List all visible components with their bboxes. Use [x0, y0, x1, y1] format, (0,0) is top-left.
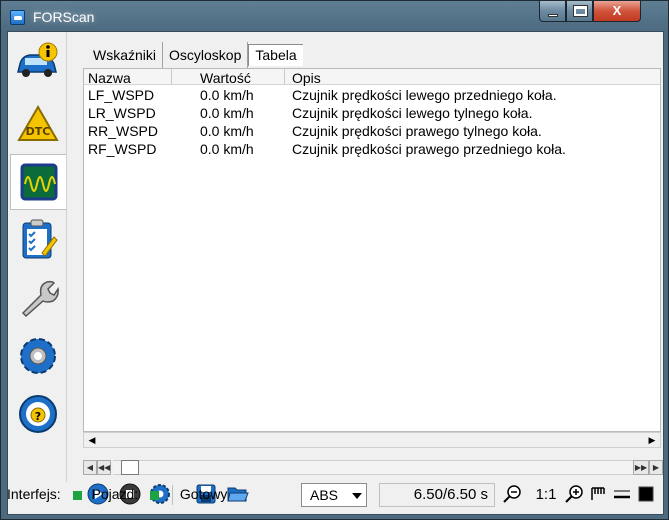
vehicle-label: Pojazd: [91, 486, 139, 502]
table-row[interactable]: LR_WSPD 0.0 km/h Czujnik prędkości leweg… [84, 104, 660, 122]
interface-status-icon [72, 490, 82, 500]
main-content: Wskaźniki Oscyloskop Tabela Nazwa Wartoś… [75, 36, 663, 454]
car-info-icon [17, 42, 58, 77]
dtc-label: DTC [26, 125, 51, 138]
cell-name: RF_WSPD [88, 141, 157, 157]
tab-bar: Wskaźniki Oscyloskop Tabela [87, 42, 303, 68]
cell-value: 0.0 km/h [200, 141, 254, 157]
window-title: FORScan [33, 9, 95, 25]
data-table: Nazwa Wartość Opis LF_WSPD 0.0 km/h Czuj… [83, 68, 661, 432]
timeline-start-icon[interactable]: ◀ [83, 460, 97, 475]
status-bar: Interfejs: Pojazd: Gotowy [7, 483, 656, 506]
app-window: FORScan X DTC ? Wskaźniki Oscyloskop Tab… [0, 0, 669, 520]
close-icon: X [612, 3, 622, 18]
dtc-warning-icon: DTC [17, 104, 59, 141]
gear-icon [20, 338, 56, 374]
status-divider [171, 485, 173, 506]
cell-name: RR_WSPD [88, 123, 159, 139]
scroll-left-arrow-icon[interactable]: ◀ [84, 433, 100, 447]
maximize-button[interactable] [566, 1, 593, 22]
column-header-value[interactable]: Wartość [200, 69, 251, 87]
timeline-forward-icon[interactable]: ▶▶ [633, 460, 649, 475]
cell-name: LR_WSPD [88, 105, 156, 121]
sidebar-item-dtc[interactable]: DTC [10, 96, 66, 152]
client-area: DTC ? Wskaźniki Oscyloskop Tabela Nazwa … [7, 31, 664, 515]
minimize-button[interactable] [539, 1, 566, 22]
cell-name: LF_WSPD [88, 87, 155, 103]
close-button[interactable]: X [593, 1, 641, 22]
help-wheel-icon: ? [19, 395, 57, 433]
svg-text:?: ? [35, 410, 41, 423]
interface-label: Interfejs: [7, 486, 61, 502]
tab-table[interactable]: Tabela [248, 44, 303, 66]
sidebar-item-oscilloscope[interactable] [10, 154, 66, 210]
sidebar-item-configuration[interactable] [10, 328, 66, 384]
timeline-end-icon[interactable]: ▶ [649, 460, 663, 475]
minimize-icon [548, 14, 558, 17]
tab-oscilloscope[interactable]: Oscyloskop [163, 42, 249, 68]
cell-description: Czujnik prędkości lewego przedniego koła… [292, 87, 557, 103]
cell-description: Czujnik prędkości prawego przedniego koł… [292, 141, 566, 157]
timeline-scrollbar[interactable]: ◀ ◀◀ ▶▶ ▶ [83, 460, 663, 476]
status-text: Gotowy [179, 486, 228, 502]
column-header-name[interactable]: Nazwa [88, 69, 131, 87]
app-icon [10, 10, 25, 25]
column-header-description[interactable]: Opis [292, 69, 321, 87]
wrench-icon [21, 280, 59, 318]
sidebar-item-service[interactable] [10, 270, 66, 326]
table-row[interactable]: RF_WSPD 0.0 km/h Czujnik prędkości prawe… [84, 140, 660, 158]
sidebar: DTC ? [8, 32, 67, 482]
table-horizontal-scrollbar[interactable]: ◀ ▶ [83, 432, 661, 448]
cell-value: 0.0 km/h [200, 87, 254, 103]
sidebar-item-help[interactable]: ? [10, 386, 66, 442]
cell-value: 0.0 km/h [200, 105, 254, 121]
scroll-right-arrow-icon[interactable]: ▶ [644, 433, 660, 447]
cell-description: Czujnik prędkości prawego tylnego koła. [292, 123, 542, 139]
maximize-icon [573, 5, 588, 17]
checklist-icon [22, 219, 58, 259]
timeline-rewind-icon[interactable]: ◀◀ [97, 460, 111, 475]
title-bar[interactable]: FORScan X [1, 1, 668, 31]
vehicle-status-icon [150, 490, 160, 500]
table-header: Nazwa Wartość Opis [84, 69, 660, 87]
timeline-track[interactable] [113, 460, 633, 475]
sidebar-item-info[interactable] [10, 34, 66, 90]
table-row[interactable]: LF_WSPD 0.0 km/h Czujnik prędkości leweg… [84, 86, 660, 104]
cell-value: 0.0 km/h [200, 123, 254, 139]
tab-indicators[interactable]: Wskaźniki [87, 42, 164, 68]
oscilloscope-icon [20, 163, 57, 201]
table-row[interactable]: RR_WSPD 0.0 km/h Czujnik prędkości prawe… [84, 122, 660, 140]
cell-description: Czujnik prędkości lewego tylnego koła. [292, 105, 533, 121]
timeline-thumb[interactable] [121, 460, 139, 475]
sidebar-item-tests[interactable] [10, 212, 66, 268]
